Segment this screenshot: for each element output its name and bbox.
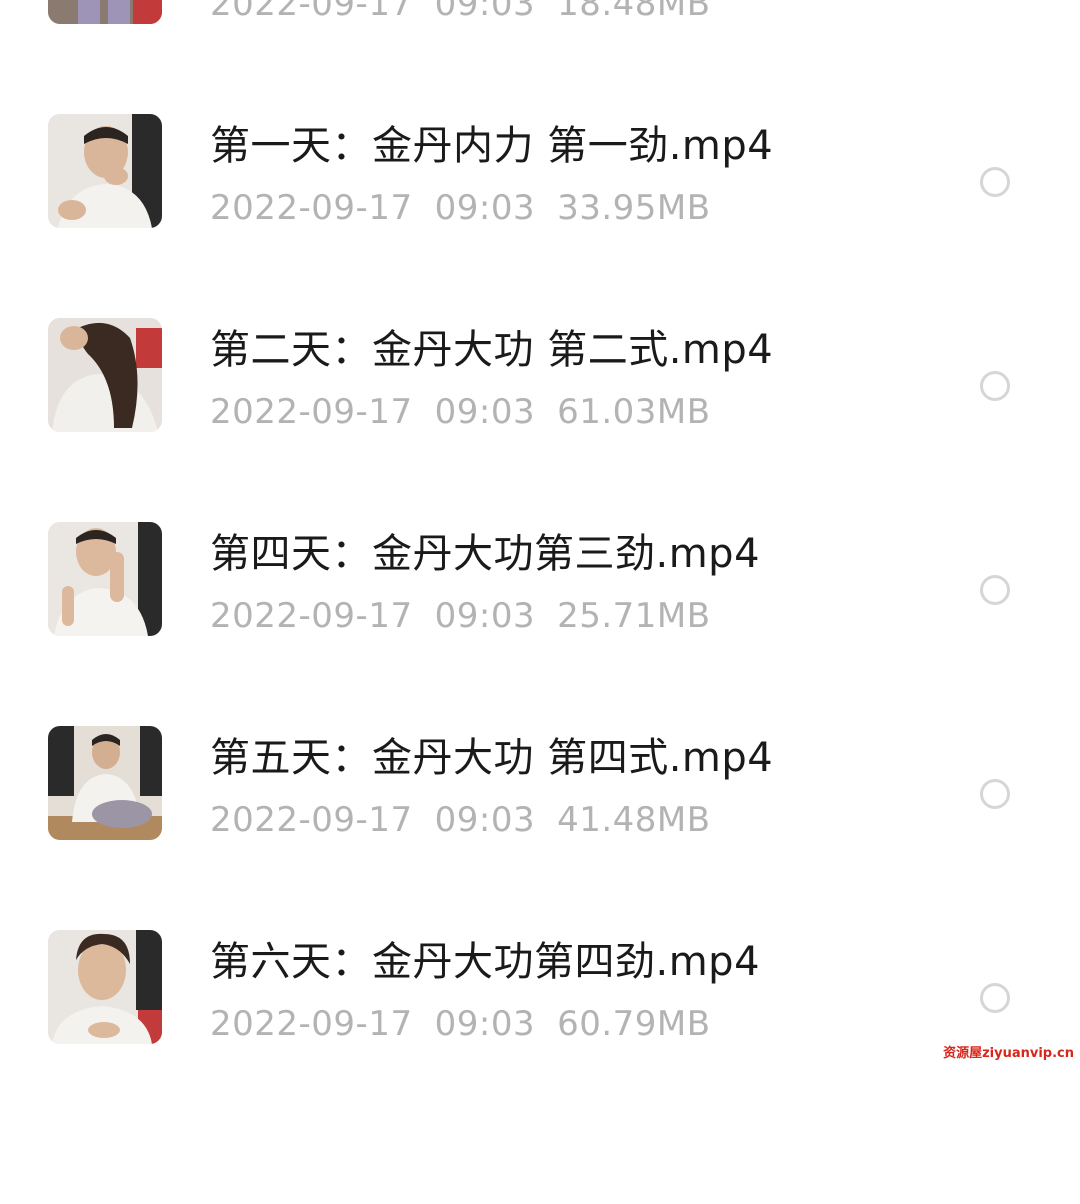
file-time: 09:03 bbox=[434, 188, 536, 228]
file-time: 09:03 bbox=[434, 392, 536, 432]
select-checkbox[interactable] bbox=[980, 575, 1010, 605]
file-size: 60.79MB bbox=[557, 1004, 711, 1044]
watermark: 资源屋ziyuanvip.cn bbox=[943, 1046, 1074, 1061]
select-checkbox[interactable] bbox=[980, 779, 1010, 809]
file-date: 2022-09-17 bbox=[210, 1004, 413, 1044]
file-size: 61.03MB bbox=[557, 392, 711, 432]
file-name: 第五天：金丹大功 第四式.mp4 bbox=[210, 735, 774, 781]
file-meta: 2022-09-17 09:03 60.79MB bbox=[210, 1002, 711, 1046]
file-size: 41.48MB bbox=[557, 800, 711, 840]
video-thumbnail[interactable] bbox=[48, 318, 162, 432]
file-meta: 2022-09-17 09:03 61.03MB bbox=[210, 390, 711, 434]
file-name: 第四天：金丹大功第三劲.mp4 bbox=[210, 531, 761, 577]
file-size: 25.71MB bbox=[557, 596, 711, 636]
video-thumbnail[interactable] bbox=[48, 726, 162, 840]
video-thumbnail-icon bbox=[48, 318, 162, 432]
file-date: 2022-09-17 bbox=[210, 0, 413, 24]
file-date: 2022-09-17 bbox=[210, 596, 413, 636]
video-thumbnail[interactable] bbox=[48, 522, 162, 636]
file-meta: 2022-09-17 09:03 41.48MB bbox=[210, 798, 711, 842]
file-meta: 2022-09-17 09:03 25.71MB bbox=[210, 594, 711, 638]
video-thumbnail-icon bbox=[48, 726, 162, 840]
file-time: 09:03 bbox=[434, 0, 536, 24]
video-thumbnail[interactable] bbox=[48, 0, 162, 24]
video-thumbnail[interactable] bbox=[48, 114, 162, 228]
video-thumbnail[interactable] bbox=[48, 930, 162, 1044]
file-name: 第六天：金丹大功第四劲.mp4 bbox=[210, 939, 761, 985]
file-name: 第一天：金丹内力 第一劲.mp4 bbox=[210, 123, 774, 169]
video-thumbnail-icon bbox=[48, 522, 162, 636]
file-date: 2022-09-17 bbox=[210, 392, 413, 432]
video-thumbnail-icon bbox=[48, 0, 162, 24]
select-checkbox[interactable] bbox=[980, 371, 1010, 401]
list-item[interactable]: 第六天：金丹大功第四劲.mp4 2022-09-17 09:03 60.79MB bbox=[0, 930, 1080, 1204]
file-size: 18.48MB bbox=[557, 0, 711, 24]
select-checkbox[interactable] bbox=[980, 983, 1010, 1013]
file-list: 2022-09-17 09:03 18.48MB 第一天：金丹内力 第一劲.mp4 … bbox=[0, 0, 1080, 1080]
file-meta: 2022-09-17 09:03 18.48MB bbox=[210, 0, 711, 26]
file-date: 2022-09-17 bbox=[210, 188, 413, 228]
file-meta: 2022-09-17 09:03 33.95MB bbox=[210, 186, 711, 230]
file-time: 09:03 bbox=[434, 1004, 536, 1044]
file-time: 09:03 bbox=[434, 800, 536, 840]
file-time: 09:03 bbox=[434, 596, 536, 636]
video-thumbnail-icon bbox=[48, 930, 162, 1044]
file-name: 第二天：金丹大功 第二式.mp4 bbox=[210, 327, 774, 373]
video-thumbnail-icon bbox=[48, 114, 162, 228]
select-checkbox[interactable] bbox=[980, 167, 1010, 197]
file-date: 2022-09-17 bbox=[210, 800, 413, 840]
file-size: 33.95MB bbox=[557, 188, 711, 228]
